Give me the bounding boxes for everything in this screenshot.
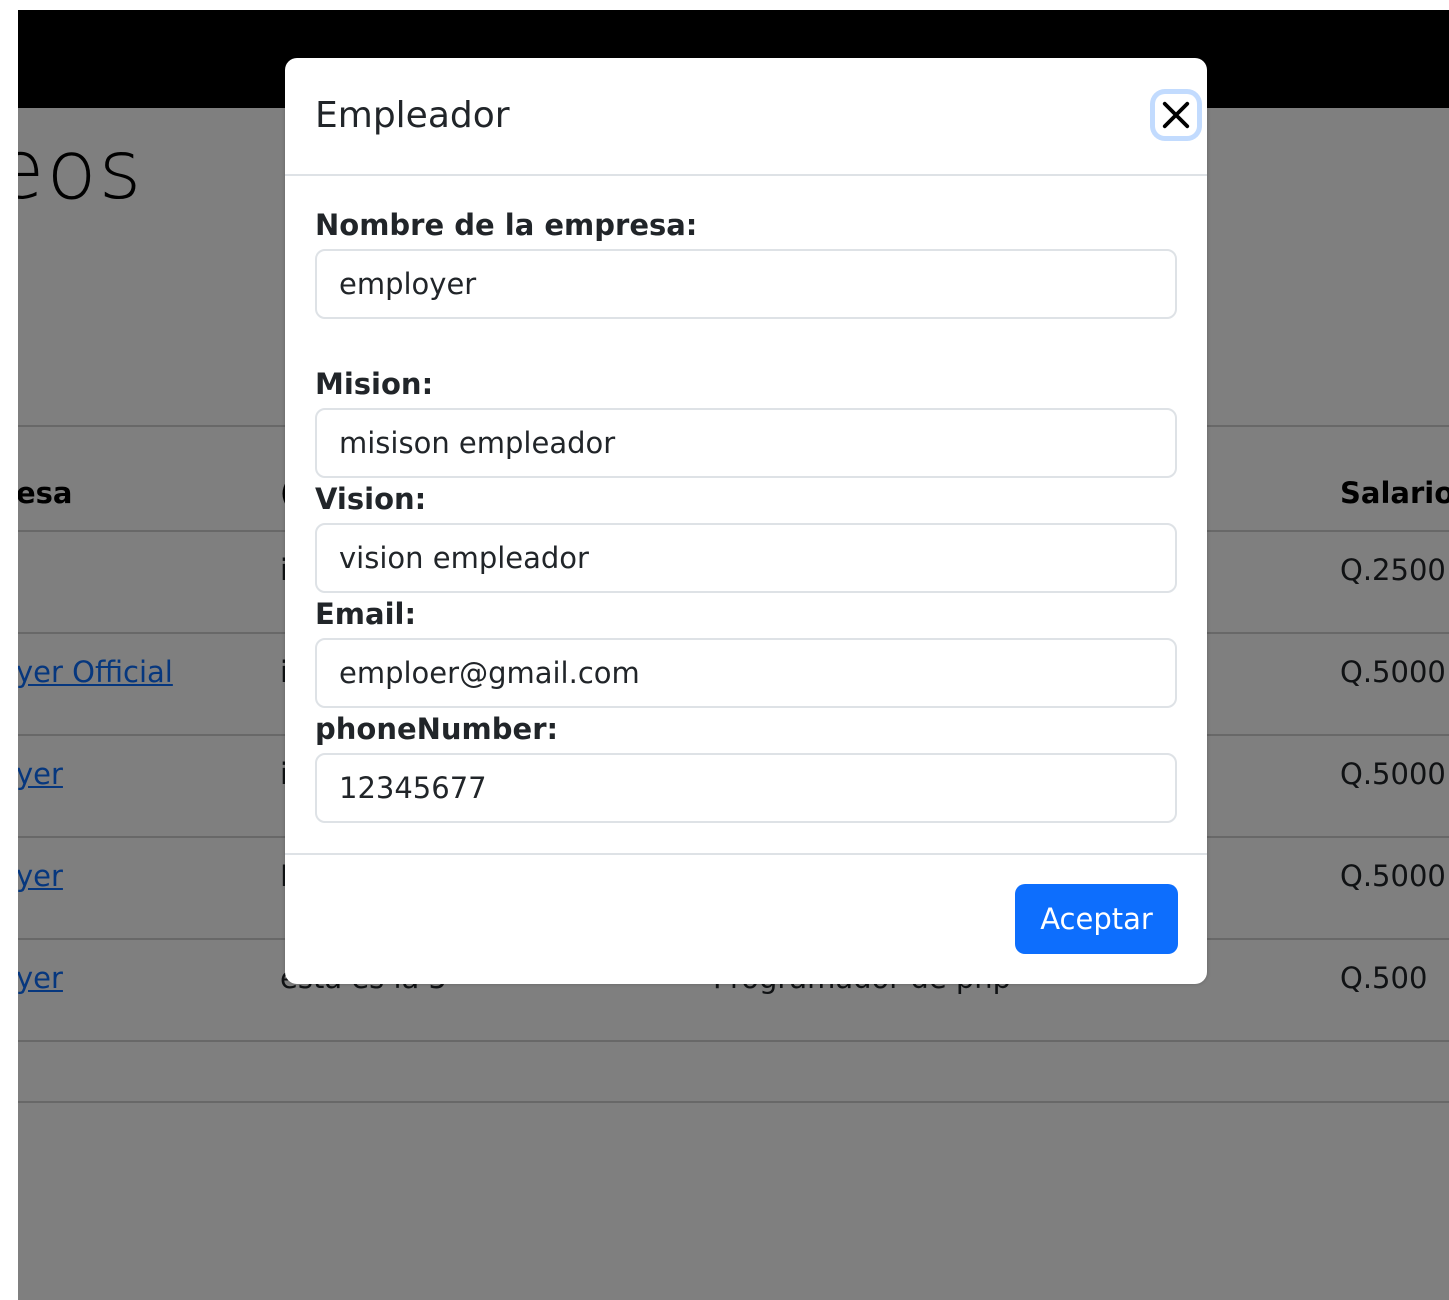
phone-input[interactable] <box>315 753 1177 823</box>
company-name-input[interactable] <box>315 249 1177 319</box>
mission-label: Mision: <box>315 367 434 401</box>
email-label: Email: <box>315 597 417 631</box>
modal-footer-divider <box>285 853 1207 855</box>
close-button[interactable] <box>1155 94 1197 136</box>
employer-modal: Empleador Nombre de la empresa: Mision: … <box>285 58 1207 984</box>
modal-header: Empleador <box>285 58 1207 176</box>
close-icon <box>1162 101 1190 129</box>
phone-label: phoneNumber: <box>315 712 559 746</box>
accept-button[interactable]: Aceptar <box>1015 884 1178 954</box>
vision-input[interactable] <box>315 523 1177 593</box>
modal-title: Empleador <box>315 95 510 136</box>
email-input[interactable] <box>315 638 1177 708</box>
company-name-label: Nombre de la empresa: <box>315 208 698 242</box>
mission-input[interactable] <box>315 408 1177 478</box>
vision-label: Vision: <box>315 482 427 516</box>
